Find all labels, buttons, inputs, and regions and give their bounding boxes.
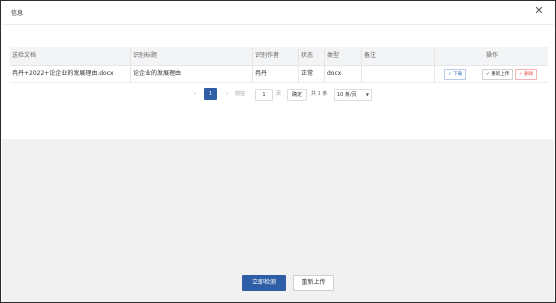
app-frame: 信息 ✕ 送检文档 识别标题 识别作者 状态 类型 备注 操作 冉丹+2022+… bbox=[0, 0, 556, 303]
reupload-button[interactable]: 重新上传 bbox=[293, 275, 334, 291]
table-header: 送检文档 识别标题 识别作者 状态 类型 备注 操作 bbox=[10, 47, 548, 66]
table-row: 冉丹+2022+论企业的发展理由.docx 论企业的发展理由 冉丹 正常 doc… bbox=[10, 66, 548, 83]
cell-title: 论企业的发展理由 bbox=[130, 66, 255, 82]
dialog-header: 信息 ✕ bbox=[2, 2, 554, 25]
header-type: 类型 bbox=[324, 47, 364, 65]
chevron-down-icon: ▼ bbox=[365, 92, 369, 97]
header-actions: 操作 bbox=[434, 47, 549, 65]
goto-confirm-button[interactable]: 确定 bbox=[287, 89, 307, 101]
header-status: 状态 bbox=[298, 47, 327, 65]
goto-page-input[interactable]: 1 bbox=[255, 89, 273, 101]
pagination: ‹ 1 › 前往 1 页 确定 共 1 条 10 条/页 ▼ bbox=[186, 88, 386, 101]
cell-author: 冉丹 bbox=[252, 66, 301, 82]
download-button[interactable]: ✓ 下载 bbox=[444, 69, 467, 80]
header-document: 送检文档 bbox=[12, 52, 37, 59]
next-page-icon[interactable]: › bbox=[222, 88, 232, 100]
page-size-value: 10 条/页 bbox=[337, 92, 357, 98]
detect-now-button[interactable]: 立即检测 bbox=[242, 275, 286, 291]
total-count: 共 1 条 bbox=[311, 91, 328, 97]
header-title: 识别标题 bbox=[130, 47, 255, 65]
cell-remark bbox=[361, 66, 437, 82]
page-unit-label: 页 bbox=[276, 91, 282, 97]
info-dialog: 信息 ✕ 送检文档 识别标题 识别作者 状态 类型 备注 操作 冉丹+2022+… bbox=[2, 2, 554, 138]
dialog-title: 信息 bbox=[11, 10, 24, 17]
row-reupload-button[interactable]: ✓ 重新上传 bbox=[482, 69, 514, 80]
cell-type: docx bbox=[324, 66, 364, 82]
cell-document: 冉丹+2022+论企业的发展理由.docx bbox=[12, 70, 114, 77]
delete-button[interactable]: ✓ 删除 bbox=[515, 69, 538, 80]
header-remark: 备注 bbox=[361, 47, 437, 65]
prev-page-icon[interactable]: ‹ bbox=[190, 88, 200, 100]
cell-status: 正常 bbox=[298, 66, 327, 82]
goto-label: 前往 bbox=[235, 91, 246, 97]
close-icon[interactable]: ✕ bbox=[533, 5, 545, 17]
header-author: 识别作者 bbox=[252, 47, 301, 65]
page-size-select[interactable]: 10 条/页 ▼ bbox=[334, 89, 372, 101]
page-1-button[interactable]: 1 bbox=[204, 88, 217, 100]
